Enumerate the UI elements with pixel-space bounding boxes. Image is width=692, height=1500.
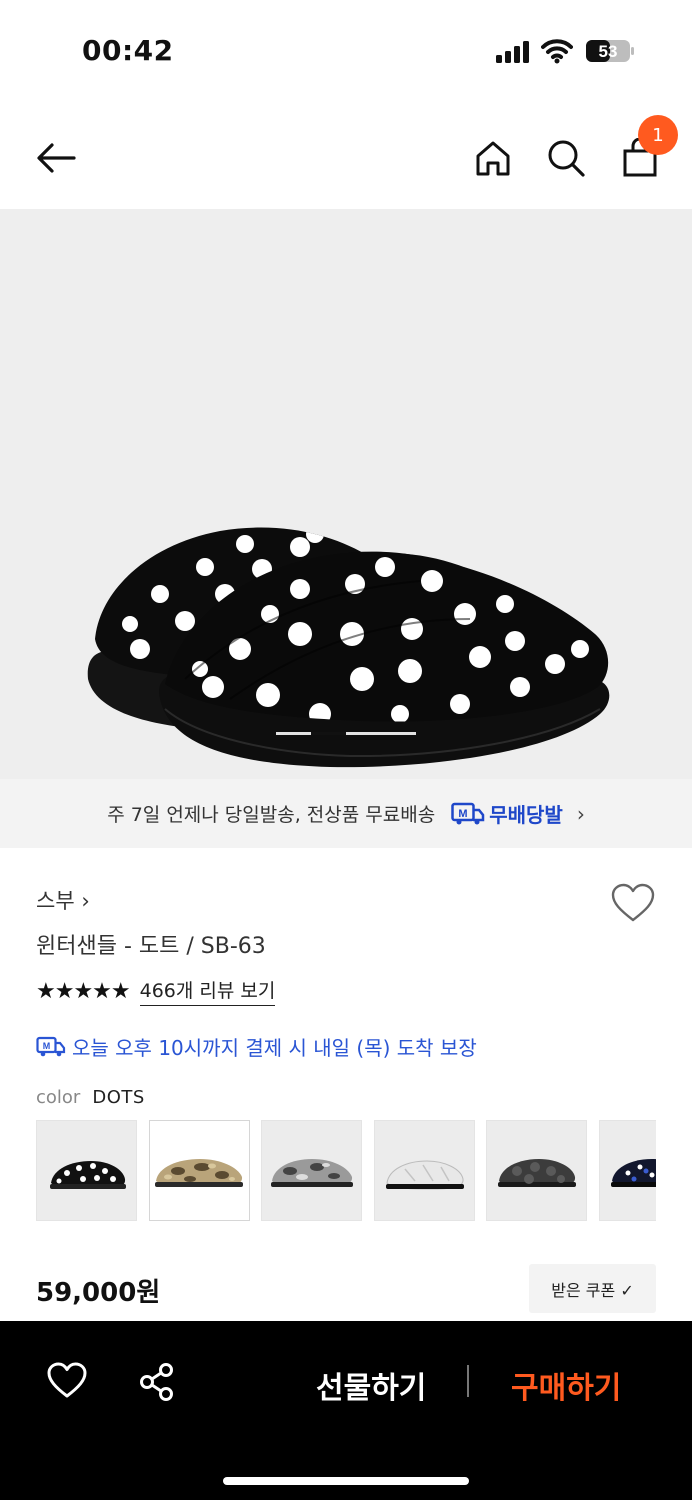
swatch-dots-image: [50, 1161, 126, 1189]
swatch-camo-image: [155, 1159, 243, 1187]
battery-level: 53: [599, 42, 618, 61]
back-button[interactable]: [32, 134, 80, 182]
product-image-carousel[interactable]: [0, 209, 692, 779]
buy-button[interactable]: 구매하기: [511, 1363, 621, 1407]
heart-outline-icon: [611, 883, 655, 922]
home-icon: [476, 141, 510, 176]
home-indicator: [223, 1477, 469, 1485]
swatch-silver-image: [386, 1160, 464, 1190]
rating-row: ★★★★★ 466개 리뷰 보기: [36, 976, 276, 1006]
gift-button[interactable]: 선물하기: [316, 1363, 426, 1407]
color-swatch-gray-camo[interactable]: [261, 1120, 362, 1221]
delivery-truck-icon: M: [36, 1036, 66, 1056]
reviews-link[interactable]: 466개 리뷰 보기: [139, 976, 276, 1006]
product-image: [87, 527, 610, 768]
color-swatch-silver[interactable]: [374, 1120, 475, 1221]
delivery-guarantee-text: 오늘 오후 10시까지 결제 시 내일 (목) 도착 보장: [72, 1036, 477, 1060]
shipping-brand-label: 무배당발: [489, 803, 563, 827]
product-name: 윈터샌들 - 도트 / SB-63: [36, 934, 266, 959]
swatch-navy-dots-image: [611, 1159, 656, 1187]
bottom-wishlist-button[interactable]: [46, 1361, 88, 1401]
cart-count-badge: 1: [638, 115, 678, 155]
color-swatch-dots[interactable]: [36, 1120, 137, 1221]
product-price: 59,000원: [36, 1278, 161, 1308]
heart-outline-icon: [47, 1362, 87, 1398]
delivery-truck-logo-icon: M: [451, 802, 485, 826]
arrow-left-icon: [37, 143, 76, 173]
shipping-banner-text: 주 7일 언제나 당일발송, 전상품 무료배송: [107, 804, 436, 826]
chevron-right-icon: ›: [576, 801, 585, 826]
color-swatch-list: [36, 1120, 656, 1222]
delivery-guarantee: M 오늘 오후 10시까지 결제 시 내일 (목) 도착 보장: [36, 1032, 477, 1061]
bottom-action-bar: 선물하기 구매하기: [0, 1321, 692, 1500]
carousel-page-indicator: [276, 732, 416, 735]
top-nav: [0, 110, 692, 206]
carousel-active-indicator: [311, 732, 346, 735]
wifi-icon: [541, 39, 573, 64]
free-shipping-banner[interactable]: 주 7일 언제나 당일발송, 전상품 무료배송 M 무배당발 ›: [0, 779, 692, 848]
search-button[interactable]: [542, 134, 590, 182]
star-rating: ★★★★★: [36, 978, 131, 1004]
svg-text:M: M: [43, 1041, 51, 1051]
svg-text:M: M: [459, 808, 468, 820]
color-value: DOTS: [92, 1087, 145, 1108]
color-label-row: color DOTS: [36, 1087, 145, 1108]
battery-icon: 53: [585, 39, 635, 63]
swatch-gray-dots-image: [498, 1159, 576, 1187]
color-swatch-gray-dots[interactable]: [486, 1120, 587, 1221]
color-swatch-camo[interactable]: [149, 1120, 250, 1221]
share-button[interactable]: [136, 1361, 178, 1403]
status-time: 00:42: [82, 34, 174, 67]
cellular-signal-icon: [496, 41, 529, 63]
color-key: color: [36, 1087, 81, 1108]
home-button[interactable]: [469, 134, 517, 182]
color-swatch-navy-dots[interactable]: [599, 1120, 656, 1221]
brand-link[interactable]: 스부 ›: [36, 885, 90, 915]
share-icon: [140, 1363, 173, 1401]
search-icon: [548, 140, 585, 177]
status-bar: 00:42 53: [0, 0, 692, 100]
wishlist-button[interactable]: [610, 882, 656, 926]
received-coupon-button[interactable]: 받은 쿠폰 ✓: [529, 1264, 656, 1313]
swatch-gray-camo-image: [271, 1159, 353, 1187]
action-divider: [467, 1365, 469, 1397]
